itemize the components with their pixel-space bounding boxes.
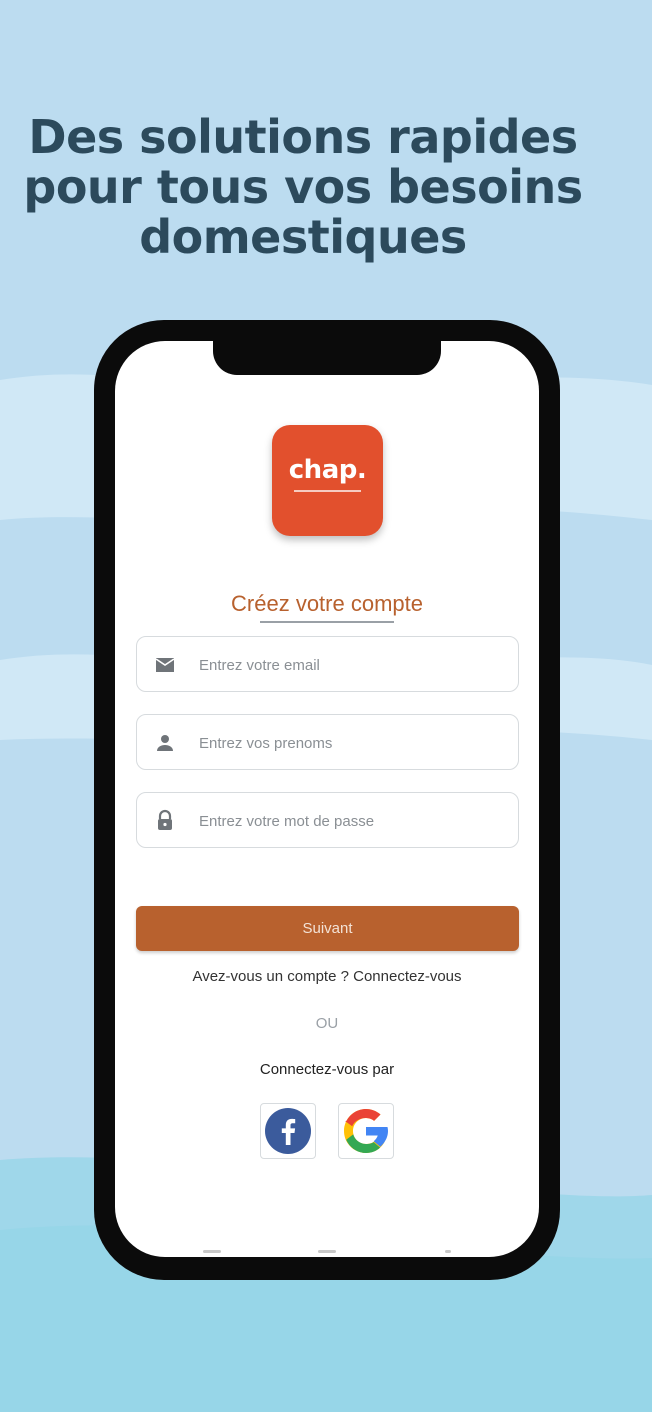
page-title: Créez votre compte	[231, 591, 423, 616]
next-button[interactable]: Suivant	[136, 906, 519, 951]
firstname-field[interactable]	[136, 714, 519, 770]
connect-with-label: Connectez-vous par	[259, 1061, 395, 1078]
phone-notch	[213, 341, 441, 375]
phone-frame: chap. Créez votre compte Entrez votre em…	[94, 320, 560, 1280]
signin-link[interactable]: Avez-vous un compte ? Connectez-vous	[115, 968, 539, 985]
facebook-icon	[265, 1108, 311, 1154]
email-input[interactable]	[199, 651, 499, 679]
or-separator: OU	[315, 1015, 339, 1032]
logo-tagline-mark	[294, 490, 361, 492]
password-input[interactable]	[199, 807, 499, 835]
person-icon	[157, 735, 173, 751]
facebook-login-button[interactable]	[260, 1103, 316, 1159]
logo-text: chap.	[288, 455, 367, 485]
headline: Des solutions rapides pour tous vos beso…	[23, 110, 583, 264]
mail-icon	[155, 658, 175, 672]
nav-home-hint	[318, 1250, 336, 1253]
firstname-input[interactable]	[199, 729, 499, 757]
lock-icon	[158, 809, 172, 830]
title-underline	[260, 621, 394, 623]
app-logo: chap.	[272, 425, 383, 536]
nav-back-hint	[203, 1250, 221, 1253]
google-login-button[interactable]	[338, 1103, 394, 1159]
nav-recent-hint	[445, 1250, 451, 1253]
google-icon	[344, 1109, 388, 1153]
password-field[interactable]	[136, 792, 519, 848]
email-field[interactable]	[136, 636, 519, 692]
app-screen: chap. Créez votre compte Entrez votre em…	[115, 341, 539, 1257]
